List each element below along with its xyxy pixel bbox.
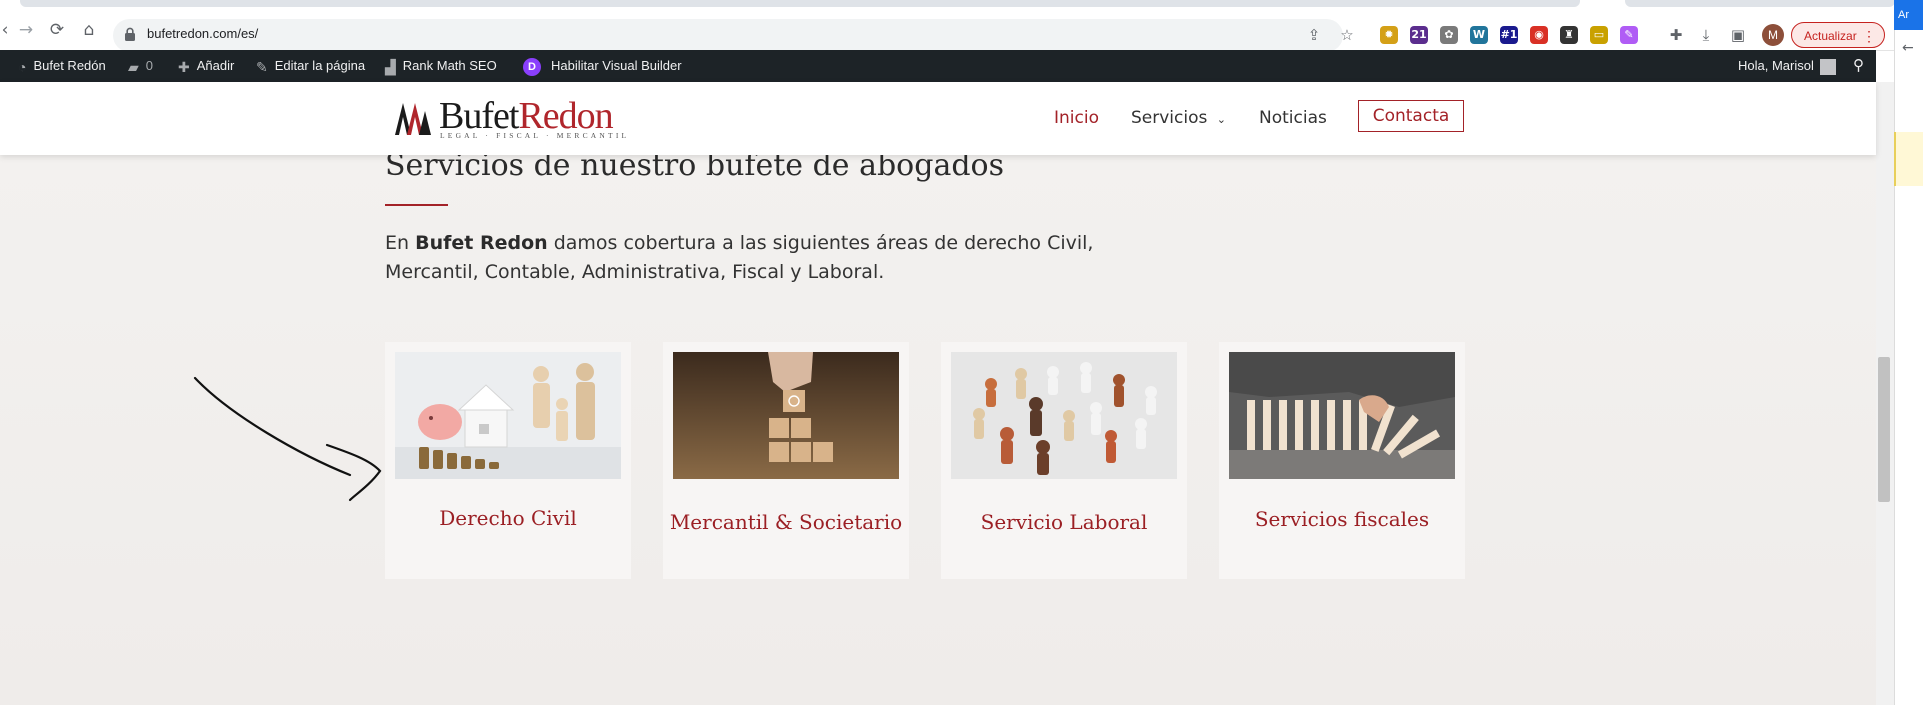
hand-drawn-arrow-annotation (193, 376, 382, 502)
wp-comments-link[interactable]: ▰ 0 (128, 50, 153, 82)
nav-contacta-button[interactable]: Contacta (1358, 100, 1464, 132)
wp-seo-label: Rank Math SEO (402, 58, 497, 73)
wp-visual-builder-link[interactable]: D Habilitar Visual Builder (523, 50, 682, 82)
flower-extension-icon[interactable]: ✿ (1440, 26, 1458, 44)
graduation-extension-icon[interactable]: 21 (1410, 26, 1428, 44)
dominoes-image (1229, 352, 1455, 479)
side-panel-tab[interactable]: Ar (1894, 0, 1923, 30)
address-bar[interactable] (113, 19, 1343, 52)
home-icon[interactable]: ⌂ (80, 21, 98, 39)
wp-edit-page-link[interactable]: ✎ Editar la página (256, 50, 365, 82)
card-title-fiscal[interactable]: Servicios fiscales (1219, 507, 1465, 531)
profile-avatar[interactable]: M (1762, 24, 1784, 46)
menu-dots-icon[interactable]: ⋮ (1862, 23, 1876, 49)
back-icon[interactable]: ‹ (0, 21, 14, 39)
nav-servicios-label: Servicios (1131, 108, 1208, 128)
folder-extension-icon[interactable]: ▭ (1590, 26, 1608, 44)
rank-math-icon: ▟ (385, 58, 396, 75)
wp-search-icon[interactable]: ⚲ (1853, 50, 1864, 82)
wp-add-label: Añadir (196, 58, 235, 73)
wp-admin-bar: ◔ Bufet Redón ▰ 0 ✚ Añadir ✎ Editar la págin… (0, 50, 1876, 82)
update-label: Actualizar (1804, 29, 1857, 43)
side-panel (1894, 0, 1923, 705)
logo-tagline: LEGAL · FISCAL · MERCANTIL (440, 131, 630, 140)
wp-account-link[interactable]: Hola, Marisol (1738, 50, 1836, 82)
brush-extension-icon[interactable]: ✎ (1620, 26, 1638, 44)
inactive-tab[interactable] (1625, 0, 1895, 7)
service-card-fiscal[interactable]: Servicios fiscales (1219, 342, 1465, 579)
side-panel-back-icon[interactable]: ← (1902, 40, 1914, 56)
active-tab[interactable] (20, 0, 1580, 7)
dashboard-icon: ◔ (18, 58, 27, 75)
card-title-laboral[interactable]: Servicio Laboral (941, 510, 1187, 534)
user-avatar-icon (1819, 58, 1836, 75)
side-panel-icon[interactable]: ▣ (1729, 26, 1747, 44)
forward-icon[interactable]: → (17, 21, 35, 39)
wp-edit-label: Editar la página (274, 58, 366, 73)
wooden-blocks-image (673, 352, 899, 479)
side-panel-highlight (1894, 132, 1923, 186)
share-icon[interactable]: ⇪ (1305, 26, 1323, 44)
card-title-mercantil[interactable]: Mercantil & Societario (663, 510, 909, 534)
family-house-image (395, 352, 621, 479)
nav-inicio[interactable]: Inicio (1054, 108, 1099, 128)
hat-extension-icon[interactable]: ♜ (1560, 26, 1578, 44)
wp-site-link[interactable]: ◔ Bufet Redón (18, 50, 106, 82)
downloads-icon[interactable]: ⤓ (1697, 26, 1715, 44)
wp-add-new-link[interactable]: ✚ Añadir (178, 50, 234, 82)
nav-noticias[interactable]: Noticias (1259, 108, 1327, 128)
browser-toolbar: ‹ → ⟳ ⌂ bufetredon.com/es/ ⇪ ☆ ✹ 21 ✿ W #1 ◉ ♜… (0, 7, 1923, 52)
gear-extension-icon[interactable]: ✹ (1380, 26, 1398, 44)
scrollbar-thumb[interactable] (1878, 357, 1890, 502)
wp-greeting: Hola, Marisol (1738, 58, 1814, 73)
rank-extension-icon[interactable]: #1 (1500, 26, 1518, 44)
update-button[interactable]: Actualizar ⋮ (1791, 22, 1885, 48)
title-divider (385, 204, 448, 206)
url-text[interactable]: bufetredon.com/es/ (147, 26, 258, 41)
intro-paragraph: En Bufet Redon damos cobertura a las sig… (385, 232, 1094, 283)
divi-icon: D (523, 57, 541, 76)
wp-rank-math-link[interactable]: ▟ Rank Math SEO (385, 50, 497, 82)
site-header: BufetRedon LEGAL · FISCAL · MERCANTIL In… (0, 82, 1876, 155)
nav-servicios[interactable]: Servicios ⌄ (1131, 108, 1226, 128)
chevron-down-icon: ⌄ (1216, 113, 1226, 126)
pencil-icon: ✎ (256, 58, 268, 75)
service-card-civil[interactable]: Derecho Civil (385, 342, 631, 579)
plus-icon: ✚ (178, 58, 190, 75)
wp-builder-label: Habilitar Visual Builder (551, 58, 682, 73)
service-card-mercantil[interactable]: Mercantil & Societario (663, 342, 909, 579)
wp-site-name: Bufet Redón (33, 58, 106, 73)
extensions-puzzle-icon[interactable]: ✚ (1667, 26, 1685, 44)
service-card-laboral[interactable]: Servicio Laboral (941, 342, 1187, 579)
wordpress-extension-icon[interactable]: W (1470, 26, 1488, 44)
logo-mark-icon (395, 103, 431, 135)
reload-icon[interactable]: ⟳ (48, 21, 66, 39)
wp-comments-count: 0 (145, 58, 154, 73)
card-title-civil[interactable]: Derecho Civil (385, 506, 631, 530)
pin-extension-icon[interactable]: ◉ (1530, 26, 1548, 44)
lock-icon[interactable] (124, 27, 136, 41)
wooden-pawns-image (951, 352, 1177, 479)
site-logo[interactable]: BufetRedon LEGAL · FISCAL · MERCANTIL (393, 95, 633, 143)
intro-brand: Bufet Redon (415, 232, 548, 254)
comment-icon: ▰ (128, 58, 139, 75)
bookmark-star-icon[interactable]: ☆ (1338, 26, 1356, 44)
